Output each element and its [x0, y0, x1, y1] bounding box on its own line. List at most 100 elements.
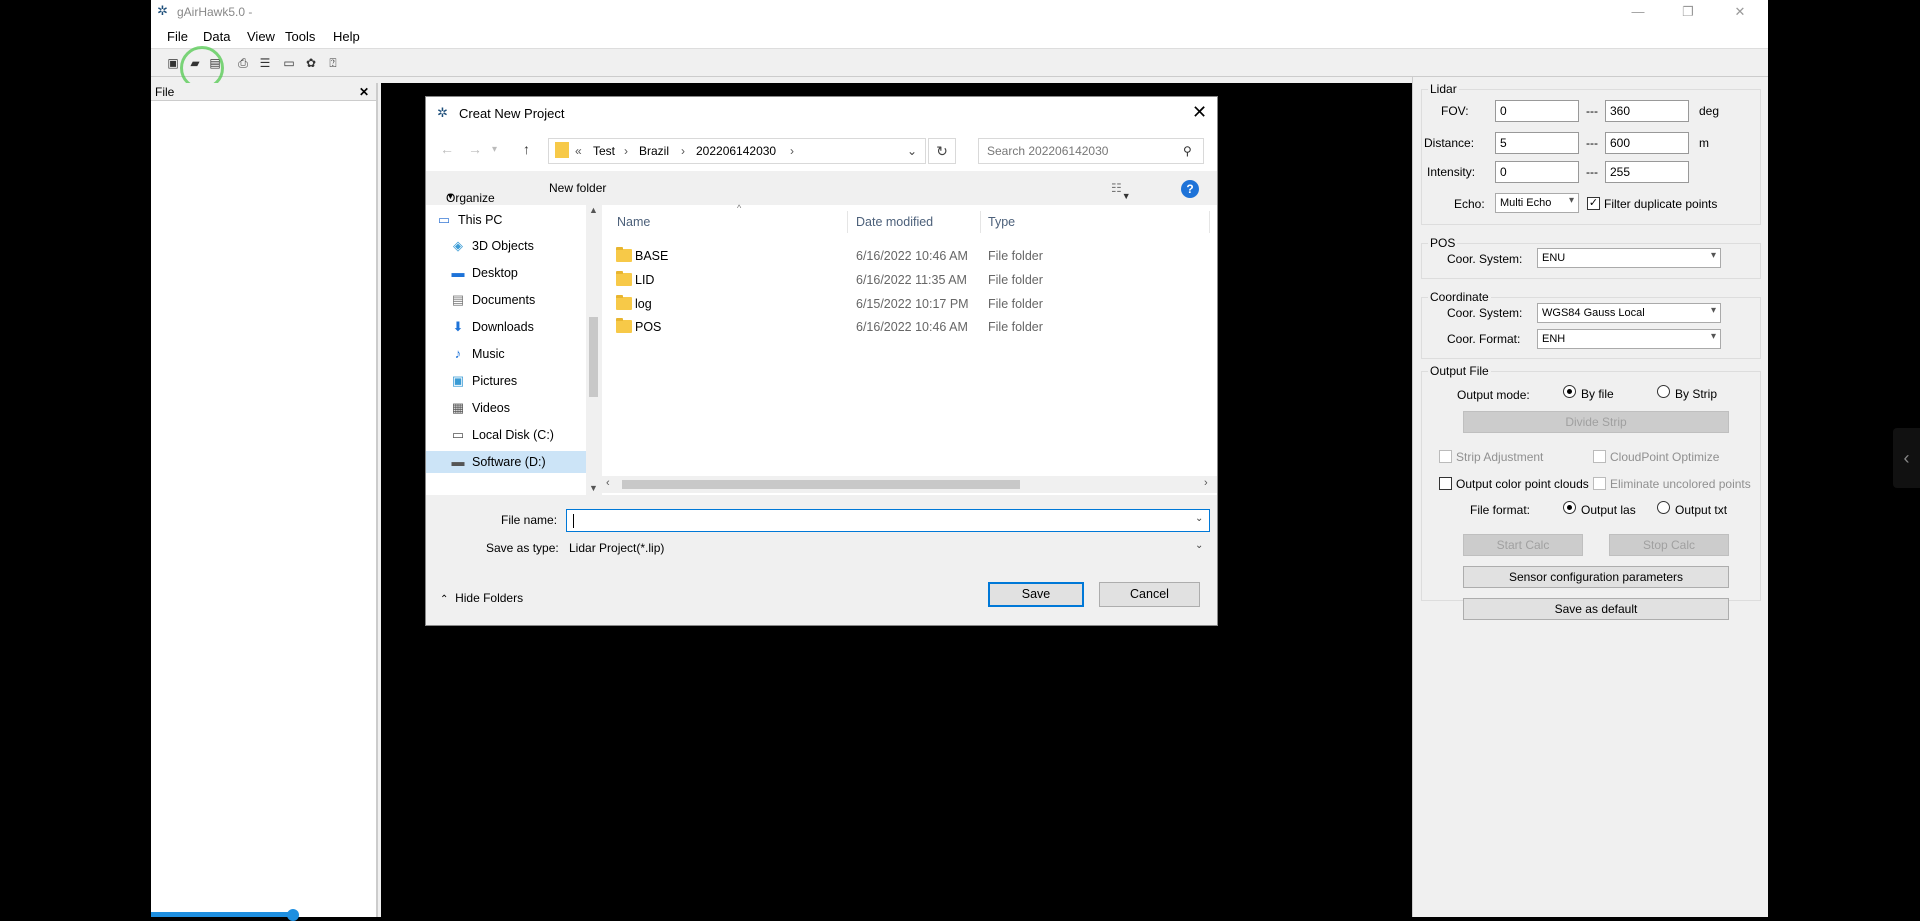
cloudpoint-optimize-checkbox[interactable]: [1593, 450, 1606, 463]
output-txt-radio[interactable]: [1657, 501, 1670, 514]
scroll-down-icon[interactable]: ▼: [589, 483, 598, 493]
intensity-sep: ---: [1586, 165, 1598, 179]
cancel-button[interactable]: Cancel: [1099, 582, 1200, 607]
column-type[interactable]: Type: [988, 215, 1015, 229]
up-arrow-icon[interactable]: ↑: [523, 141, 530, 157]
breadcrumb-brazil[interactable]: Brazil: [639, 144, 669, 158]
by-file-radio[interactable]: [1563, 385, 1576, 398]
breadcrumb-overflow[interactable]: «: [575, 144, 582, 158]
menu-file[interactable]: File: [167, 29, 188, 44]
progress-knob[interactable]: [287, 909, 299, 921]
nav-item-desktop[interactable]: ▬ Desktop: [426, 262, 588, 284]
nav-item-label: Desktop: [472, 266, 518, 280]
scroll-left-icon[interactable]: ‹: [606, 477, 610, 489]
save-type-select[interactable]: Lidar Project(*.lip) ⌄: [566, 537, 1210, 559]
fov-min-input[interactable]: 0: [1495, 100, 1579, 122]
coord-format-select[interactable]: ENH ▾: [1537, 329, 1721, 349]
nav-item-3d-objects[interactable]: ◈ 3D Objects: [426, 235, 588, 257]
search-box[interactable]: Search 202206142030 ⚲: [978, 138, 1204, 164]
new-project-icon[interactable]: ▣: [165, 55, 181, 71]
nav-item-label: Documents: [472, 293, 536, 307]
breadcrumb-test[interactable]: Test: [593, 144, 615, 158]
search-icon[interactable]: ⚲: [1183, 144, 1192, 158]
refresh-icon[interactable]: ↻: [928, 138, 956, 164]
start-calc-button[interactable]: Start Calc: [1463, 534, 1583, 556]
nav-item-this-pc[interactable]: ▭ This PC: [426, 209, 588, 231]
file-name-input[interactable]: ⌄: [566, 509, 1210, 532]
save-default-button[interactable]: Save as default: [1463, 598, 1729, 620]
by-strip-radio[interactable]: [1657, 385, 1670, 398]
menu-tools[interactable]: Tools: [285, 29, 315, 44]
table-row[interactable]: POS 6/16/2022 10:46 AM File folder: [602, 316, 1202, 338]
nav-item-documents[interactable]: ▤ Documents: [426, 289, 588, 311]
search-input[interactable]: Search 202206142030: [987, 144, 1108, 158]
nav-item-pictures[interactable]: ▣ Pictures: [426, 370, 588, 392]
chevron-left-icon[interactable]: ‹: [1893, 428, 1920, 488]
chevron-down-icon: ▾: [1710, 305, 1716, 316]
fov-max-input[interactable]: 360: [1605, 100, 1689, 122]
distance-min-input[interactable]: 5: [1495, 132, 1579, 154]
close-window-icon[interactable]: ✕: [1725, 2, 1755, 22]
intensity-max-input[interactable]: 255: [1605, 161, 1689, 183]
column-name[interactable]: Name: [617, 215, 650, 229]
menu-data[interactable]: Data: [203, 29, 230, 44]
scroll-right-icon[interactable]: ›: [1204, 477, 1208, 489]
output-las-radio[interactable]: [1563, 501, 1576, 514]
forward-arrow-icon[interactable]: →: [468, 141, 482, 157]
folder-icon: [555, 142, 569, 158]
column-divider[interactable]: [980, 211, 981, 233]
scroll-up-icon[interactable]: ▲: [589, 205, 598, 215]
menu-help[interactable]: Help: [333, 29, 360, 44]
divide-strip-button[interactable]: Divide Strip: [1463, 411, 1729, 433]
coord-system-select[interactable]: WGS84 Gauss Local ▾: [1537, 303, 1721, 323]
echo-select[interactable]: Multi Echo ▾: [1495, 193, 1579, 213]
stop-calc-button[interactable]: Stop Calc: [1609, 534, 1729, 556]
chevron-down-icon[interactable]: ⌄: [907, 144, 917, 158]
monitor-icon[interactable]: ▭: [281, 55, 297, 71]
intensity-min-input[interactable]: 0: [1495, 161, 1579, 183]
nav-item-software-d[interactable]: ▬ Software (D:): [426, 451, 588, 473]
column-divider[interactable]: [847, 211, 848, 233]
table-row[interactable]: BASE 6/16/2022 10:46 AM File folder: [602, 245, 1202, 267]
chevron-down-icon[interactable]: ⌄: [1195, 513, 1203, 524]
progress-bar[interactable]: [151, 909, 299, 921]
hide-folders-button[interactable]: ⌃ Hide Folders: [440, 591, 523, 605]
help-icon[interactable]: ?: [1181, 180, 1199, 198]
address-bar[interactable]: « Test › Brazil › 202206142030 › ⌄: [548, 138, 926, 164]
save-button[interactable]: Save: [988, 582, 1084, 607]
new-folder-button[interactable]: New folder: [549, 181, 606, 195]
view-options-icon[interactable]: ☷ ▼: [1111, 181, 1131, 201]
nav-item-music[interactable]: ♪ Music: [426, 343, 588, 365]
column-date-modified[interactable]: Date modified: [856, 215, 933, 229]
table-row[interactable]: log 6/15/2022 10:17 PM File folder: [602, 293, 1202, 315]
eliminate-uncolored-checkbox[interactable]: [1593, 477, 1606, 490]
filter-duplicate-checkbox[interactable]: ✓: [1587, 197, 1600, 210]
pos-coor-system-select[interactable]: ENU ▾: [1537, 248, 1721, 268]
minimize-icon[interactable]: —: [1623, 2, 1653, 22]
output-color-checkbox[interactable]: [1439, 477, 1452, 490]
breadcrumb-folder[interactable]: 202206142030: [696, 144, 776, 158]
nav-item-downloads[interactable]: ⬇ Downloads: [426, 316, 588, 338]
column-divider[interactable]: [1209, 211, 1210, 233]
nav-item-local-disk[interactable]: ▭ Local Disk (C:): [426, 424, 588, 446]
list-icon[interactable]: ☰: [257, 55, 273, 71]
nav-scroll-thumb[interactable]: [589, 317, 598, 397]
hscroll-thumb[interactable]: [622, 480, 1020, 489]
nav-item-videos[interactable]: ▦ Videos: [426, 397, 588, 419]
strip-adjustment-checkbox[interactable]: [1439, 450, 1452, 463]
restore-icon[interactable]: ❐: [1673, 2, 1703, 22]
file-list-scrollbar[interactable]: ‹ ›: [602, 476, 1217, 493]
table-row[interactable]: LID 6/16/2022 11:35 AM File folder: [602, 269, 1202, 291]
settings-icon[interactable]: ✿: [303, 55, 319, 71]
distance-max-input[interactable]: 600: [1605, 132, 1689, 154]
nav-scrollbar[interactable]: ▲ ▼: [586, 205, 601, 495]
recent-chevron-icon[interactable]: ▾: [492, 144, 497, 155]
info-icon[interactable]: ⍰: [325, 55, 341, 71]
window-title: gAirHawk5.0 -: [177, 5, 253, 19]
close-icon[interactable]: ✕: [1192, 102, 1207, 123]
close-panel-icon[interactable]: ✕: [359, 85, 369, 99]
back-arrow-icon[interactable]: ←: [440, 141, 454, 157]
menu-view[interactable]: View: [247, 29, 275, 44]
sensor-config-button[interactable]: Sensor configuration parameters: [1463, 566, 1729, 588]
print-icon[interactable]: ⎙: [235, 55, 251, 71]
